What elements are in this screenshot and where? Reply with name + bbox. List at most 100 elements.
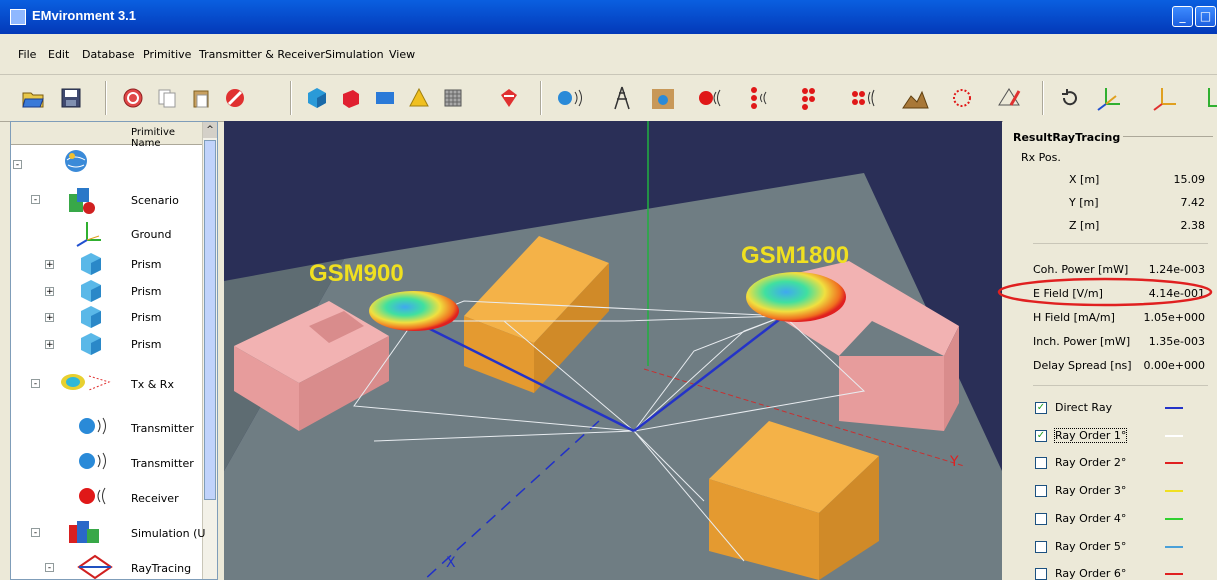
rotate-icon[interactable] (1055, 83, 1085, 113)
grid-box-icon[interactable] (438, 83, 468, 113)
tree-item-scenario[interactable]: - Scenario (11, 186, 203, 214)
ray-checkbox[interactable] (1035, 541, 1047, 553)
tree-item-label: Scenario (131, 194, 179, 207)
ray-checkbox[interactable]: ✓ (1035, 430, 1047, 442)
receiver-icon[interactable] (696, 83, 726, 113)
tree-item-prism-2[interactable]: + Prism (11, 279, 203, 305)
tree-item-prism-3[interactable]: + Prism (11, 305, 203, 331)
tree-item-label: Simulation (U (131, 527, 206, 540)
copy-icon[interactable] (152, 83, 182, 113)
expand-icon[interactable]: + (45, 340, 54, 350)
ray-label[interactable]: Ray Order 5° (1055, 540, 1126, 553)
menu-file[interactable]: File (18, 48, 36, 61)
ray-label[interactable]: Ray Order 3° (1055, 484, 1126, 497)
menu-view[interactable]: View (389, 48, 415, 61)
raytracing-icon (77, 554, 113, 579)
axes-view-3-icon[interactable] (1196, 83, 1217, 113)
tree-scrollbar[interactable]: ^ (202, 122, 217, 579)
pyramid-icon[interactable] (404, 83, 434, 113)
tree-item-receiver[interactable]: Receiver (11, 484, 203, 510)
tree-item-prism-1[interactable]: + Prism (11, 252, 203, 278)
ray-label[interactable]: Direct Ray (1055, 401, 1112, 414)
tree-item-prism-4[interactable]: + Prism (11, 332, 203, 358)
expand-icon[interactable]: + (45, 260, 54, 270)
tree-item-raytracing[interactable]: - RayTracing (11, 554, 203, 579)
ray-checkbox[interactable] (1035, 513, 1047, 525)
tree-item-label: Receiver (131, 492, 179, 505)
grid-3d-icon[interactable] (994, 83, 1024, 113)
red-box-icon[interactable] (336, 83, 366, 113)
collapse-icon[interactable]: - (31, 379, 40, 389)
ray-checkbox[interactable] (1035, 457, 1047, 469)
coh-power-label: Coh. Power [mW] (1033, 263, 1129, 276)
axes-view-icon[interactable] (1094, 83, 1124, 113)
open-icon[interactable] (18, 83, 48, 113)
tree-item-simulation[interactable]: - Simulation (U (11, 519, 206, 545)
globe-icon (63, 148, 89, 177)
tree-item-label: Prism (131, 258, 162, 271)
receiver-plane-icon[interactable] (850, 83, 880, 113)
receiver-icon (77, 484, 109, 511)
ray-label[interactable]: Ray Order 6° (1055, 567, 1126, 580)
tree-item-transmitter-1[interactable]: Transmitter (11, 414, 203, 440)
expand-icon[interactable]: + (45, 313, 54, 323)
receiver-circle-icon[interactable] (950, 83, 980, 113)
stop-icon[interactable] (118, 83, 148, 113)
radiation-pattern-icon (59, 372, 113, 397)
menu-database[interactable]: Database (82, 48, 135, 61)
save-icon[interactable] (56, 83, 86, 113)
menu-primitive[interactable]: Primitive (143, 48, 191, 61)
tree-item-tx-rx[interactable]: - Tx & Rx (11, 370, 203, 396)
tree-item-root[interactable]: - (11, 148, 203, 174)
scene-canvas[interactable]: Y X GSM900 GSM1800 (224, 121, 1002, 580)
shape-tool-icon[interactable] (494, 83, 524, 113)
ray-checkbox[interactable] (1035, 568, 1047, 580)
menu-edit[interactable]: Edit (48, 48, 69, 61)
collapse-icon[interactable]: - (31, 195, 40, 205)
tree-item-ground[interactable]: Ground (11, 222, 203, 248)
ray-checkbox[interactable]: ✓ (1035, 402, 1047, 414)
menu-transmitter-receiver[interactable]: Transmitter & Receiver (199, 48, 325, 61)
tree-column-header[interactable]: Primitive Name (11, 122, 204, 149)
primitive-tree-panel: Primitive Name ^ - - Scenario Ground + P… (10, 121, 218, 580)
plane-icon[interactable] (370, 83, 400, 113)
terrain-icon[interactable] (900, 83, 930, 113)
inch-power-label: Inch. Power [mW] (1033, 335, 1131, 348)
collapse-icon[interactable]: - (31, 528, 40, 538)
scroll-up-button[interactable]: ^ (203, 122, 217, 138)
receiver-array-icon[interactable] (746, 83, 776, 113)
tree-column-header-label: Primitive Name (131, 127, 176, 149)
tree-item-label: Transmitter (131, 457, 194, 470)
radiation-pattern-gsm900 (369, 291, 459, 331)
menu-bar: File Edit Database Primitive Transmitter… (0, 34, 1217, 75)
ray-label[interactable]: Ray Order 1° (1053, 428, 1128, 443)
maximize-button[interactable]: □ (1195, 6, 1216, 27)
toolbar (0, 75, 1217, 122)
tower-icon[interactable] (607, 83, 637, 113)
scroll-thumb[interactable] (204, 140, 216, 500)
receiver-grid-icon[interactable] (798, 83, 828, 113)
indoor-icon[interactable] (648, 83, 678, 113)
axes-view-2-icon[interactable] (1150, 83, 1180, 113)
collapse-icon[interactable]: - (13, 160, 22, 170)
collapse-icon[interactable]: - (45, 563, 54, 573)
ray-label[interactable]: Ray Order 2° (1055, 456, 1126, 469)
window-title: EMvironment 3.1 (32, 8, 137, 23)
cube-icon (79, 279, 103, 306)
ray-label[interactable]: Ray Order 4° (1055, 512, 1126, 525)
menu-simulation[interactable]: Simulation (325, 48, 384, 61)
y-value: 7.42 (1180, 196, 1206, 209)
gsm1800-label: GSM1800 (741, 242, 849, 269)
gsm900-label: GSM900 (309, 260, 404, 287)
transmitter-icon[interactable] (555, 83, 585, 113)
paste-icon[interactable] (186, 83, 216, 113)
minimize-button[interactable]: _ (1172, 6, 1193, 27)
3d-viewport[interactable]: Y X GSM900 GSM1800 (224, 121, 1002, 580)
delay-spread-value: 0.00e+000 (1143, 359, 1205, 372)
ray-checkbox[interactable] (1035, 485, 1047, 497)
tree-item-transmitter-2[interactable]: Transmitter (11, 449, 203, 475)
expand-icon[interactable]: + (45, 287, 54, 297)
delete-icon[interactable] (220, 83, 250, 113)
transmitter-icon (77, 414, 109, 441)
cube-icon[interactable] (302, 83, 332, 113)
